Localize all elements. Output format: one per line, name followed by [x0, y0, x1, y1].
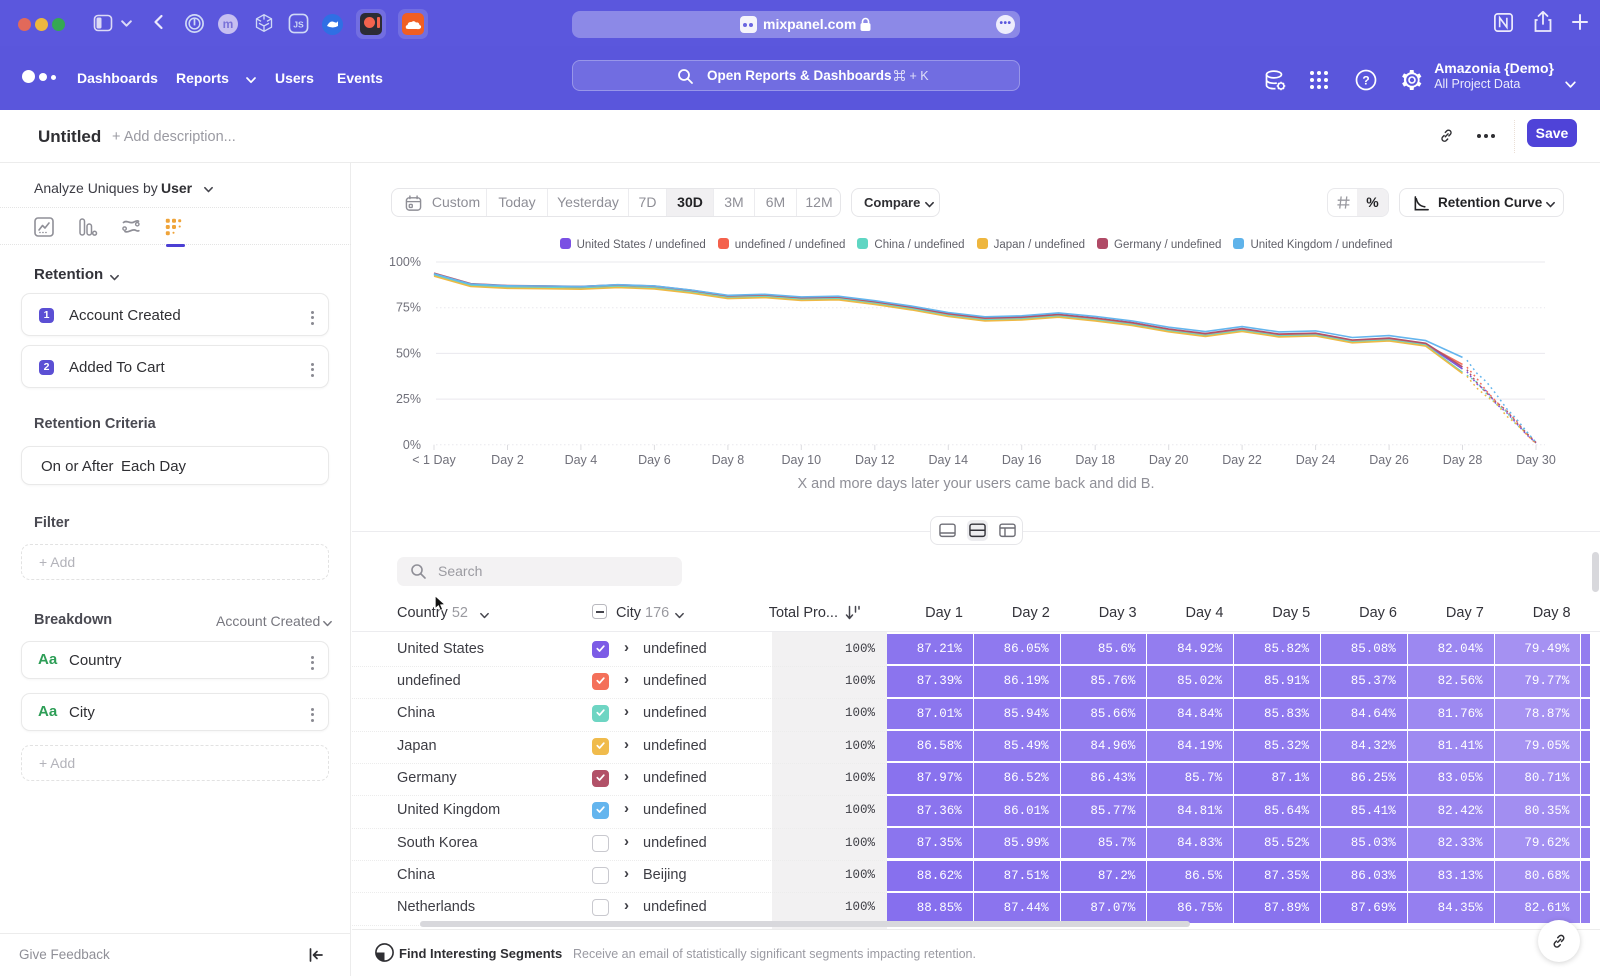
- svg-text:Day 12: Day 12: [855, 453, 895, 467]
- svg-text:Day 26: Day 26: [1369, 453, 1409, 467]
- svg-text:100%: 100%: [389, 255, 421, 269]
- svg-text:JS: JS: [293, 19, 304, 29]
- svg-text:?: ?: [1362, 74, 1369, 88]
- svg-text:Day 22: Day 22: [1222, 453, 1262, 467]
- svg-text:50%: 50%: [396, 346, 421, 360]
- svg-text:75%: 75%: [396, 301, 421, 315]
- svg-text:< 1 Day: < 1 Day: [412, 453, 456, 467]
- svg-text:Day 4: Day 4: [565, 453, 598, 467]
- svg-text:Day 30: Day 30: [1516, 453, 1556, 467]
- svg-text:25%: 25%: [396, 392, 421, 406]
- svg-text:Day 10: Day 10: [781, 453, 821, 467]
- svg-text:Day 6: Day 6: [638, 453, 671, 467]
- svg-text:Day 14: Day 14: [928, 453, 968, 467]
- svg-text:Day 28: Day 28: [1443, 453, 1483, 467]
- svg-text:0%: 0%: [403, 438, 421, 452]
- svg-text:Day 2: Day 2: [491, 453, 524, 467]
- svg-text:Day 24: Day 24: [1296, 453, 1336, 467]
- svg-text:Day 20: Day 20: [1149, 453, 1189, 467]
- svg-text:Day 8: Day 8: [712, 453, 745, 467]
- svg-text:Day 18: Day 18: [1075, 453, 1115, 467]
- svg-text:Day 16: Day 16: [1002, 453, 1042, 467]
